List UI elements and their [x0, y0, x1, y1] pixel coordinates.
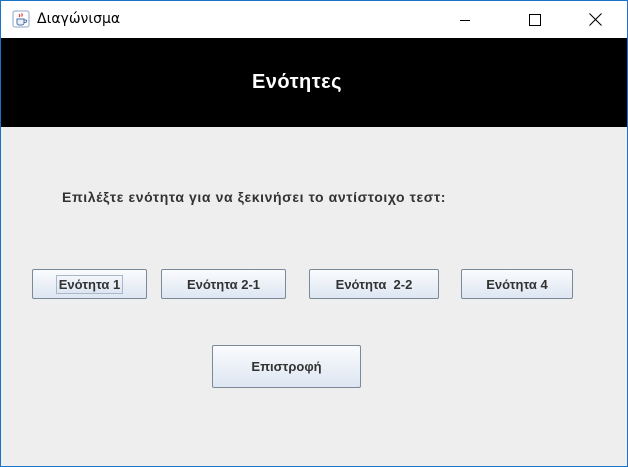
section-2-1-button-label: Ενότητα 2-1 [186, 276, 261, 292]
section-2-2-button[interactable]: Ενότητα 2-2 [309, 269, 439, 299]
section-2-2-button-label: Ενότητα 2-2 [335, 276, 413, 292]
app-window: Διαγώνισμα Ενότητες Επιλέξτε ενότητα για… [0, 0, 628, 467]
section-4-button-label: Ενότητα 4 [486, 276, 548, 292]
window-title: Διαγώνισμα [37, 11, 121, 27]
java-cup-icon [12, 10, 30, 28]
section-2-1-button[interactable]: Ενότητα 2-1 [161, 269, 286, 299]
title-bar[interactable]: Διαγώνισμα [1, 1, 627, 38]
back-button[interactable]: Επιστροφή [212, 345, 361, 388]
section-4-button[interactable]: Ενότητα 4 [461, 269, 573, 299]
close-icon [588, 13, 602, 26]
maximize-icon [529, 13, 541, 26]
section-1-button[interactable]: Ενότητα 1 [32, 269, 147, 299]
close-button[interactable] [572, 1, 618, 38]
header-banner: Ενότητες [1, 38, 627, 127]
back-button-label: Επιστροφή [251, 359, 322, 374]
minimize-icon [459, 14, 471, 26]
section-1-button-label: Ενότητα 1 [55, 274, 124, 294]
maximize-button[interactable] [512, 1, 558, 38]
instruction-label: Επιλέξτε ενότητα για να ξεκινήσει το αντ… [62, 189, 447, 205]
minimize-button[interactable] [442, 1, 488, 38]
page-title: Ενότητες [251, 71, 343, 93]
